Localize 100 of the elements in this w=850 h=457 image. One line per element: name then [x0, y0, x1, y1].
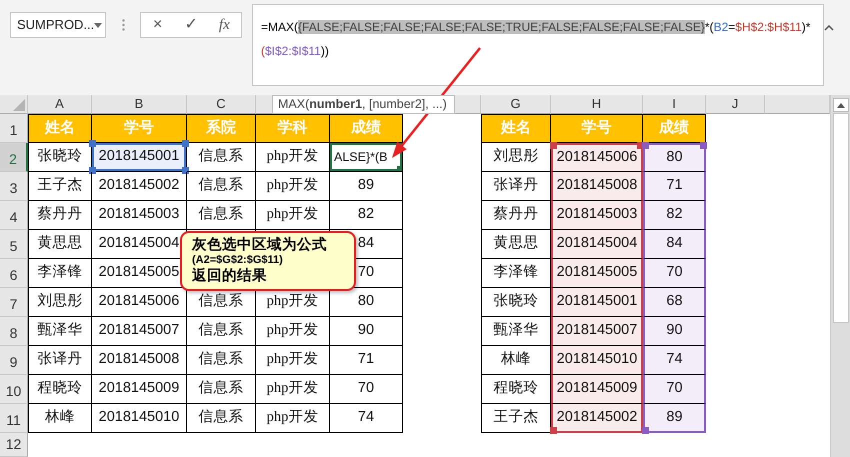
table-cell: 程晓玲 [28, 375, 92, 404]
table-cell: 张晓玲 [481, 288, 551, 317]
column-header[interactable]: B [92, 95, 187, 114]
row-header[interactable]: 9 [0, 346, 28, 375]
insert-function-button[interactable]: fx [208, 13, 241, 37]
row-header[interactable]: 12 [0, 433, 28, 457]
row-header[interactable]: 10 [0, 375, 28, 404]
selection-handle[interactable] [89, 167, 96, 174]
table-cell: 王子杰 [481, 404, 551, 433]
table-cell: 信息系 [187, 404, 256, 433]
selection-handle[interactable] [89, 140, 96, 147]
header-cell: 成绩 [330, 114, 403, 143]
header-cell: 姓名 [481, 114, 551, 143]
table-cell: php开发 [256, 317, 330, 346]
table-cell: 70 [330, 375, 403, 404]
column-header[interactable]: G [481, 95, 551, 114]
table-cell: 张译丹 [481, 172, 551, 201]
row-header[interactable]: 2 [0, 143, 28, 172]
table-cell: 黄思思 [481, 230, 551, 259]
table-cell: 王子杰 [28, 172, 92, 201]
column-header[interactable]: I [643, 95, 706, 114]
table-cell: ALSE}*(B [330, 143, 403, 172]
table-cell: php开发 [256, 172, 330, 201]
row-header[interactable]: 8 [0, 317, 28, 346]
header-cell: 学科 [256, 114, 330, 143]
formula-text: )) [320, 44, 329, 58]
selection-handle[interactable] [642, 427, 649, 434]
row-header[interactable]: 4 [0, 201, 28, 230]
table-cell: 84 [643, 230, 706, 259]
column-header[interactable]: J [706, 95, 765, 114]
formula-text: {FALSE;FALSE;FALSE;FALSE;FALSE;TRUE;FALSE;FALSE;FALSE;FALSE} [298, 20, 705, 34]
selection-handle[interactable] [550, 142, 557, 149]
table-cell: 甄泽华 [28, 317, 92, 346]
table-cell: 71 [330, 346, 403, 375]
table-cell: 90 [643, 317, 706, 346]
table-cell: 2018145002 [551, 404, 643, 433]
cancel-button[interactable]: × [141, 13, 174, 37]
selection-handle[interactable] [550, 427, 557, 434]
table-cell: 2018145006 [551, 143, 643, 172]
table-cell: 82 [330, 201, 403, 230]
row-header[interactable]: 3 [0, 172, 28, 201]
table-cell: 2018145003 [551, 201, 643, 230]
table-cell: 刘思彤 [28, 288, 92, 317]
table-cell: php开发 [256, 346, 330, 375]
row-header[interactable]: 7 [0, 288, 28, 317]
table-cell: 2018145010 [551, 346, 643, 375]
table-cell: 林峰 [481, 346, 551, 375]
dropdown-caret-icon[interactable] [94, 22, 102, 28]
name-box-value: SUMPROD... [17, 16, 94, 34]
table-cell: 2018145010 [92, 404, 187, 433]
selection-handle[interactable] [700, 142, 707, 149]
table-cell: 68 [643, 288, 706, 317]
table-cell: 2018145002 [92, 172, 187, 201]
callout-text: 灰色选中区域为公式 [192, 236, 328, 254]
column-header[interactable]: A [28, 95, 92, 114]
caret-up-icon[interactable] [836, 102, 844, 108]
table-cell: 74 [643, 346, 706, 375]
table-cell: 李泽锋 [481, 259, 551, 288]
table-cell: php开发 [256, 143, 330, 172]
select-all-icon[interactable] [13, 99, 25, 111]
table-cell: 89 [330, 172, 403, 201]
table-cell: php开发 [256, 201, 330, 230]
formula-text: )* [802, 20, 810, 34]
table-cell: 2018145007 [551, 317, 643, 346]
enter-button[interactable]: ✓ [174, 13, 208, 37]
table-cell: 80 [643, 143, 706, 172]
formula-text: = [728, 20, 736, 34]
table-cell: 2018145004 [551, 230, 643, 259]
selection-handle[interactable] [182, 167, 189, 174]
header-cell: 学号 [92, 114, 187, 143]
row-header[interactable]: 1 [0, 114, 28, 143]
name-box[interactable]: SUMPROD... [10, 12, 106, 38]
row-header[interactable]: 6 [0, 259, 28, 288]
table-cell: php开发 [256, 375, 330, 404]
formula-field[interactable]: =MAX({FALSE;FALSE;FALSE;FALSE;FALSE;TRUE;FALSE;FALSE;FALSE;FALSE}*(B2=$H$2:$H$11)* ($I$2:$I$11)) [252, 4, 824, 86]
formula-text: *( [704, 20, 714, 34]
row-header[interactable]: 11 [0, 404, 28, 433]
table-cell: 2018145001 [551, 288, 643, 317]
row-header[interactable]: 5 [0, 230, 28, 259]
table-cell: 刘思彤 [481, 143, 551, 172]
formula-text: $H$2:$H$11 [735, 20, 802, 34]
column-header[interactable]: H [551, 95, 643, 114]
header-cell: 成绩 [643, 114, 706, 143]
scroll-up-button[interactable] [832, 98, 848, 112]
table-cell: 信息系 [187, 172, 256, 201]
header-cell: 系院 [187, 114, 256, 143]
formula-text: ( [261, 44, 265, 58]
formula-text: =MAX( [261, 20, 298, 34]
formula-text: $I$2:$I$11 [265, 44, 321, 58]
scrollbar-thumb[interactable] [832, 113, 848, 323]
selection-handle[interactable] [182, 140, 189, 147]
table-cell: 2018145008 [551, 172, 643, 201]
fill-handle[interactable] [397, 166, 402, 171]
callout-text: 返回的结果 [192, 267, 268, 285]
table-cell: 信息系 [187, 346, 256, 375]
table-cell: 2018145001 [92, 143, 187, 172]
header-cell: 姓名 [28, 114, 92, 143]
table-cell: 2018145007 [92, 317, 187, 346]
column-header[interactable]: C [187, 95, 256, 114]
table-cell: 90 [330, 317, 403, 346]
